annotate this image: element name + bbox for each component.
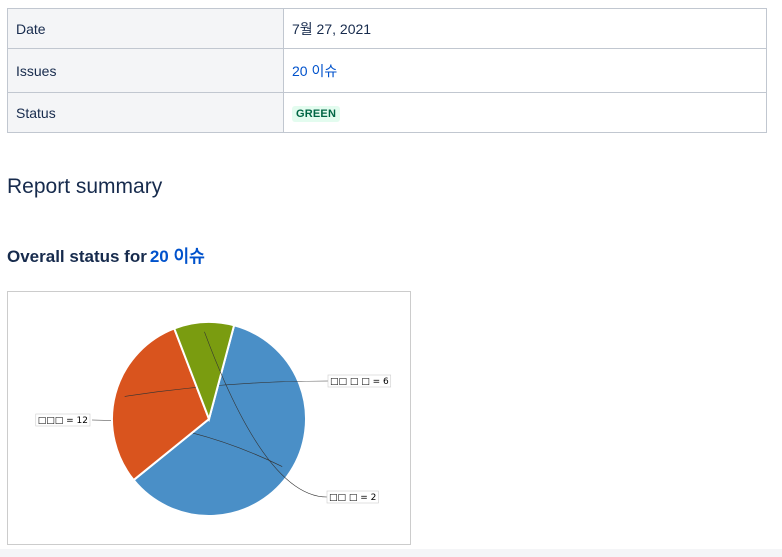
date-key: Date [7,8,284,49]
bottom-strip [0,549,782,557]
pie-label-text: □□□ = 12 [38,416,88,426]
status-badge: GREEN [292,105,341,122]
issues-key: Issues [7,48,284,93]
issues-value-cell: 20 이슈 [283,48,767,93]
table-row: Date 7월 27, 2021 [7,8,767,49]
table-row: Status GREEN [7,92,767,133]
issues-link[interactable]: 20 이슈 [292,63,337,79]
pie-label: □□□ = 12 [35,413,91,427]
pie-label-text: □□ □ □ = 6 [330,377,389,387]
status-value-cell: GREEN [283,92,767,133]
pie-label-text: □□ □ = 2 [329,493,376,503]
page-properties-table: Date 7월 27, 2021 Issues 20 이슈 Status GRE… [7,8,767,133]
pie-label: □□ □ □ = 6 [327,374,392,388]
pie-chart-svg: □□□ = 12 □□ □ □ = 6 □□ □ = 2 [35,321,392,517]
pie-chart: □□□ = 12 □□ □ □ = 6 □□ □ = 2 [7,291,411,545]
page: Date 7월 27, 2021 Issues 20 이슈 Status GRE… [0,0,782,557]
overall-status-heading: Overall status for 20 이슈 [7,242,205,267]
report-summary-heading: Report summary [7,175,163,198]
table-row: Issues 20 이슈 [7,48,767,93]
status-key: Status [7,92,284,133]
date-value: 7월 27, 2021 [283,8,767,49]
pie-label: □□ □ = 2 [326,490,379,504]
overall-status-prefix: Overall status for [7,247,147,266]
overall-issues-link[interactable]: 20 이슈 [150,247,205,266]
